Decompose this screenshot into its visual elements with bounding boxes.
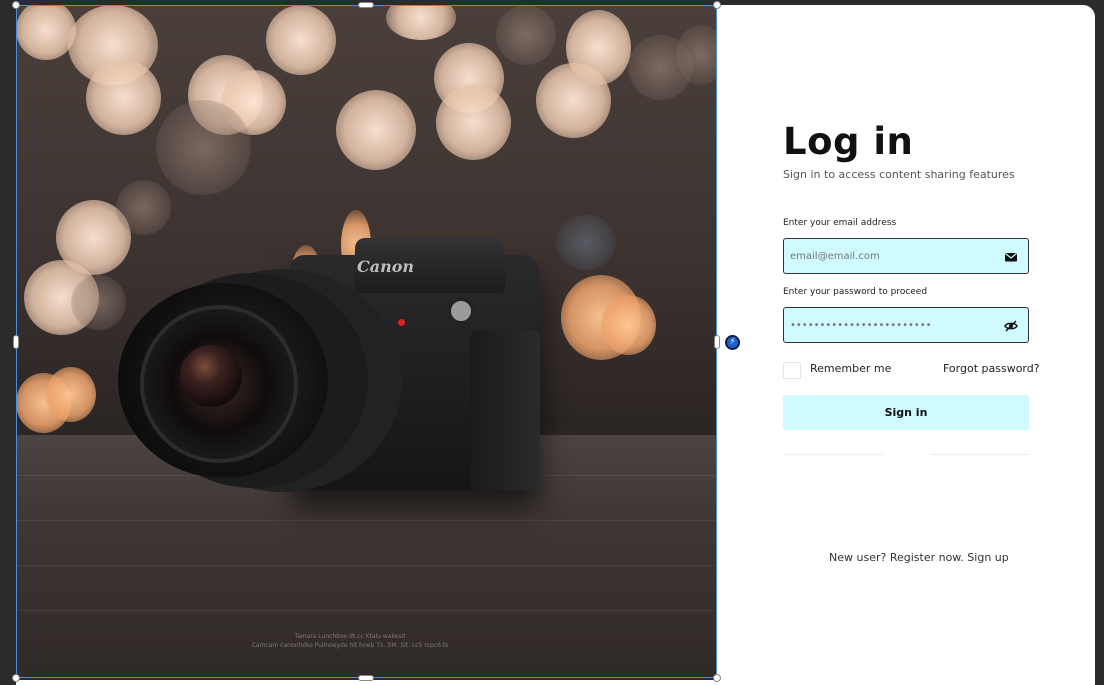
bokeh-light — [436, 85, 511, 160]
bokeh-light — [266, 5, 336, 75]
bokeh-light — [71, 275, 126, 330]
watermark-line: Camcam canonfolko Pullnoeyde hit hoeb 71… — [251, 642, 449, 649]
resize-handle-top-left[interactable] — [12, 1, 20, 9]
resize-handle-top-right[interactable] — [713, 1, 721, 9]
bokeh-light — [86, 60, 161, 135]
resize-handle-top[interactable] — [358, 2, 374, 8]
bokeh-light — [16, 5, 76, 60]
remember-me-label[interactable]: Remember me — [810, 362, 891, 375]
register-prompt-text: New user? Register now. — [829, 551, 964, 564]
password-label: Enter your password to proceed — [783, 287, 928, 297]
camera-brand: Canon — [357, 257, 415, 276]
password-field-wrapper — [783, 307, 1029, 343]
wood-grain — [16, 610, 717, 611]
wood-grain — [16, 520, 717, 521]
bokeh-light — [156, 100, 251, 195]
bokeh-light — [336, 90, 416, 170]
register-prompt: New user? Register now. Sign up — [829, 551, 1009, 564]
page-subtitle: Sign in to access content sharing featur… — [783, 168, 1015, 181]
bokeh-light — [496, 5, 556, 65]
forgot-password-link[interactable]: Forgot password? — [943, 362, 1040, 375]
bokeh-light — [116, 180, 171, 235]
bokeh-light — [566, 10, 631, 85]
page-title: Log in — [783, 120, 914, 163]
camera-dial — [448, 298, 474, 324]
sign-up-link[interactable]: Sign up — [967, 551, 1008, 564]
eye-off-icon[interactable] — [1004, 319, 1018, 333]
wood-grain — [16, 565, 717, 566]
divider — [930, 454, 1029, 455]
email-label: Enter your email address — [783, 218, 897, 228]
resize-handle-right[interactable] — [714, 335, 720, 349]
password-field[interactable] — [790, 308, 990, 342]
email-field[interactable] — [790, 239, 990, 273]
resize-handle-bottom-right[interactable] — [713, 674, 721, 682]
divider — [783, 454, 883, 455]
watermark-line: Tamara Lunchbox dt.cc Ktalu wakesit — [294, 633, 406, 640]
camera-lens-glass — [180, 345, 242, 407]
resize-handle-bottom-left[interactable] — [12, 674, 20, 682]
resize-handle-left[interactable] — [13, 335, 19, 349]
camera-grip — [470, 330, 540, 490]
camera-red-dot — [398, 319, 405, 326]
email-field-wrapper — [783, 238, 1029, 274]
remember-me-checkbox[interactable] — [783, 362, 801, 379]
bokeh-light — [556, 215, 616, 270]
bokeh-light — [601, 295, 656, 355]
bokeh-light — [46, 367, 96, 422]
resize-handle-bottom[interactable] — [358, 675, 374, 681]
lightning-icon[interactable]: ⚡ — [725, 335, 740, 350]
photo-watermark: Tamara Lunchbox dt.cc Ktalu wakesit Camc… — [240, 632, 460, 650]
bokeh-light — [386, 5, 456, 40]
envelope-icon — [1005, 253, 1017, 262]
sign-in-button[interactable]: Sign in — [783, 395, 1029, 430]
